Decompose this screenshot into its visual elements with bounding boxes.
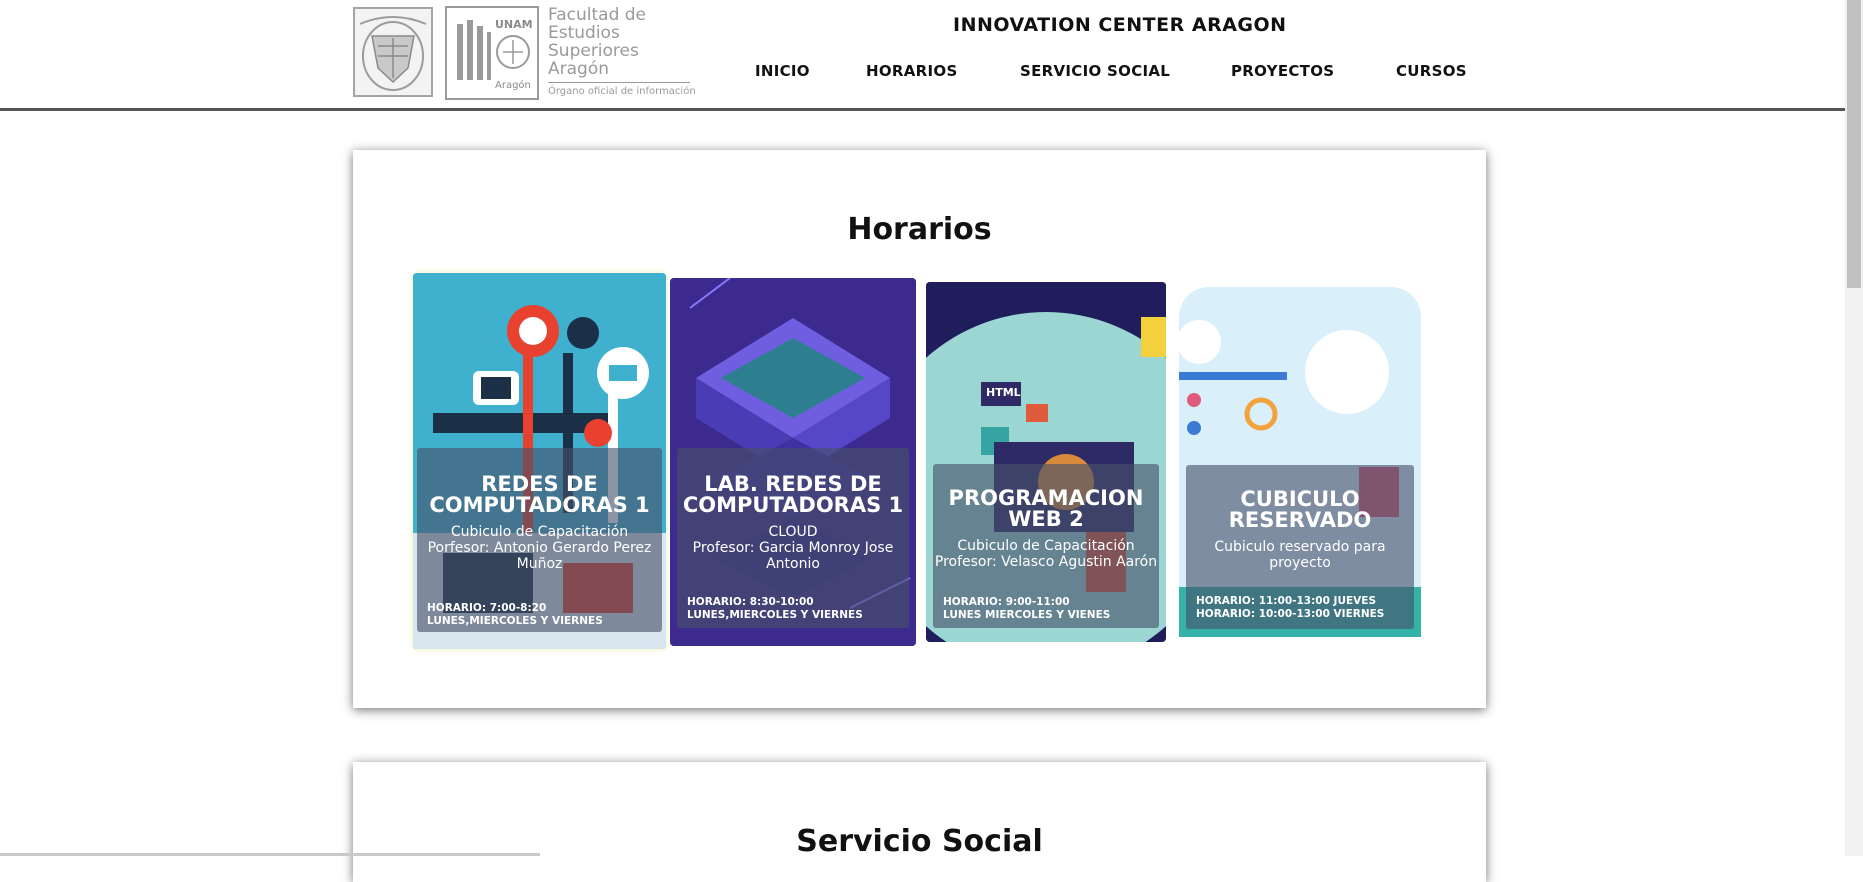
card-title: LAB. REDES DE COMPUTADORAS 1 xyxy=(677,474,909,516)
card-hours: HORARIO: 9:00-11:00 LUNES MIERCOLES Y VI… xyxy=(943,596,1111,621)
card-info: REDES DE COMPUTADORAS 1 Cubiculo de Capa… xyxy=(417,448,662,632)
nav-inicio[interactable]: INICIO xyxy=(755,62,810,80)
card-title-text: REDES DE COMPUTADORAS 1 xyxy=(429,472,650,517)
logo-group[interactable]: UNAM Aragón Facultad de Estudios Superio… xyxy=(352,6,696,100)
faculty-line: Estudios xyxy=(548,23,620,43)
scrollbar-thumb[interactable] xyxy=(1847,0,1861,288)
card-title: CUBICULO RESERVADO xyxy=(1186,489,1414,531)
schedule-card-redes[interactable]: REDES DE COMPUTADORAS 1 Cubiculo de Capa… xyxy=(413,273,666,649)
card-title-text: CUBICULO RESERVADO xyxy=(1228,487,1372,532)
site-title: INNOVATION CENTER ARAGON xyxy=(953,14,1287,36)
card-info: LAB. REDES DE COMPUTADORAS 1 CLOUD Profe… xyxy=(677,448,909,628)
seal-unam-label: UNAM xyxy=(495,18,533,31)
nav-servicio-social[interactable]: SERVICIO SOCIAL xyxy=(1020,62,1170,80)
card-title-text: LAB. REDES DE COMPUTADORAS 1 xyxy=(682,472,904,517)
card-subtitle: CLOUD Profesor: Garcia Monroy Jose Anton… xyxy=(692,524,894,572)
faculty-name: Facultad de Estudios Superiores Aragón xyxy=(548,6,646,78)
fes-aragon-logo: UNAM Aragón xyxy=(445,6,539,100)
faculty-line: Superiores xyxy=(548,41,639,61)
nav-horarios[interactable]: HORARIOS xyxy=(866,62,958,80)
schedule-card-cubiculo-reservado[interactable]: CUBICULO RESERVADO Cubiculo reservado pa… xyxy=(1179,287,1421,637)
faculty-subtitle: Órgano oficial de información xyxy=(548,86,696,97)
schedule-card-programacion-web[interactable]: HTML PROGRAMACION WEB 2 Cubiculo de Capa… xyxy=(926,282,1166,642)
section-title: Horarios xyxy=(847,212,992,247)
card-title-text: PROGRAMACION WEB 2 xyxy=(948,486,1144,531)
unam-seal-icon xyxy=(353,7,433,97)
horarios-section: Horarios REDES DE COMPUTADORAS 1 Cubicul… xyxy=(353,150,1486,708)
card-subtitle: Cubiculo reservado para proyecto xyxy=(1214,539,1386,571)
faculty-line: Aragón xyxy=(548,59,610,79)
nav-cursos[interactable]: CURSOS xyxy=(1396,62,1467,80)
seal-aragon-label: Aragón xyxy=(495,80,531,91)
nav-proyectos[interactable]: PROYECTOS xyxy=(1231,62,1334,80)
card-subtitle: Cubiculo de Capacitación Porfesor: Anton… xyxy=(427,524,652,572)
servicio-social-section: Servicio Social xyxy=(353,762,1486,882)
card-title: PROGRAMACION WEB 2 xyxy=(933,488,1159,530)
card-info: CUBICULO RESERVADO Cubiculo reservado pa… xyxy=(1186,465,1414,629)
site-header: UNAM Aragón Facultad de Estudios Superio… xyxy=(0,0,1845,111)
card-title: REDES DE COMPUTADORAS 1 xyxy=(417,474,662,516)
card-hours: HORARIO: 11:00-13:00 JUEVES HORARIO: 10:… xyxy=(1196,595,1385,620)
card-subtitle: Cubiculo de Capacitación Profesor: Velas… xyxy=(934,538,1158,570)
card-info: PROGRAMACION WEB 2 Cubiculo de Capacitac… xyxy=(933,464,1159,628)
html-tag-label: HTML xyxy=(986,386,1021,399)
card-hours: HORARIO: 7:00-8:20 LUNES,MIERCOLES Y VIE… xyxy=(427,602,603,627)
faculty-line: Facultad de xyxy=(548,5,647,25)
divider xyxy=(548,82,690,83)
card-hours: HORARIO: 8:30-10:00 LUNES,MIERCOLES Y VI… xyxy=(687,596,863,621)
vertical-scrollbar[interactable] xyxy=(1845,0,1863,856)
schedule-card-lab-redes[interactable]: LAB. REDES DE COMPUTADORAS 1 CLOUD Profe… xyxy=(670,278,916,646)
